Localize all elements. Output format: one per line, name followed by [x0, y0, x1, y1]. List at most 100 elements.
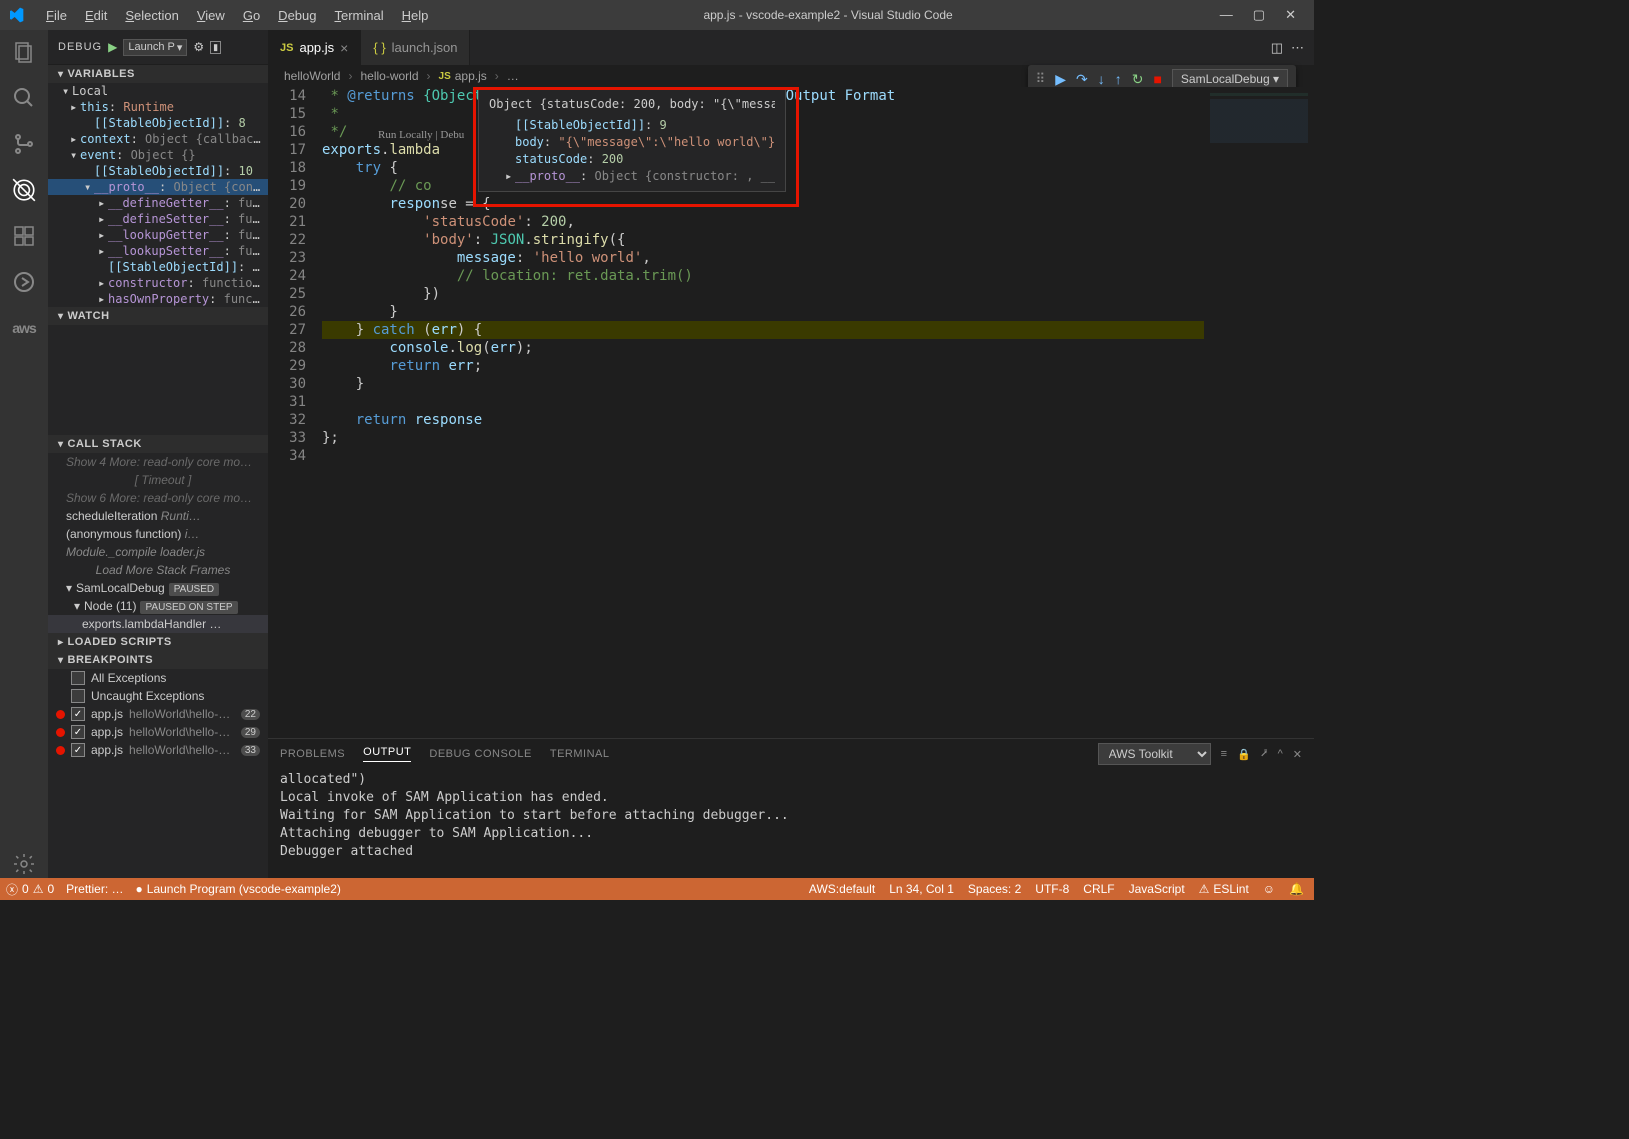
- callstack-row[interactable]: Show 4 More: read-only core mo…: [48, 453, 268, 471]
- status-aws[interactable]: AWS:default: [809, 882, 875, 896]
- breakpoint-checkbox[interactable]: [71, 707, 85, 721]
- variable-row[interactable]: ▸this: Runtime: [48, 99, 268, 115]
- menu-debug[interactable]: Debug: [270, 4, 324, 27]
- thread-row[interactable]: ▾Node (11)PAUSED ON STEP: [48, 597, 268, 615]
- drag-handle-icon[interactable]: ⠿: [1036, 71, 1046, 87]
- panel-close-icon[interactable]: ✕: [1293, 748, 1302, 761]
- callstack-row[interactable]: Module._compile loader.js: [48, 543, 268, 561]
- breakpoint-row[interactable]: All Exceptions: [48, 669, 268, 687]
- status-spaces[interactable]: Spaces: 2: [968, 882, 1021, 896]
- start-debug-button[interactable]: ▶: [108, 40, 117, 54]
- watch-header[interactable]: ▾WATCH: [48, 307, 268, 325]
- search-icon[interactable]: [10, 84, 38, 112]
- loaded-scripts-header[interactable]: ▸LOADED SCRIPTS: [48, 633, 268, 651]
- aws-icon[interactable]: aws: [10, 314, 38, 342]
- status-eol[interactable]: CRLF: [1083, 882, 1114, 896]
- status-encoding[interactable]: UTF-8: [1035, 882, 1069, 896]
- minimize-button[interactable]: —: [1220, 7, 1233, 23]
- tab-output[interactable]: OUTPUT: [363, 746, 411, 762]
- breakpoint-checkbox[interactable]: [71, 671, 85, 685]
- menu-selection[interactable]: Selection: [117, 4, 186, 27]
- status-prettier[interactable]: Prettier: …: [66, 882, 123, 896]
- status-eslint[interactable]: ⚠ ESLint: [1199, 882, 1249, 896]
- code-editor[interactable]: 1415161718192021222324252627282930313233…: [268, 87, 1314, 738]
- extensions-icon[interactable]: [10, 222, 38, 250]
- variable-row[interactable]: ▾__proto__: Object {const…: [48, 179, 268, 195]
- menu-terminal[interactable]: Terminal: [326, 4, 391, 27]
- debug-hover-widget[interactable]: Object {statusCode: 200, body: "{\"messa…: [478, 89, 786, 192]
- menu-help[interactable]: Help: [394, 4, 437, 27]
- breakpoint-checkbox[interactable]: [71, 743, 85, 757]
- debug-icon[interactable]: [10, 176, 38, 204]
- callstack-header[interactable]: ▾CALL STACK: [48, 435, 268, 453]
- menu-view[interactable]: View: [189, 4, 233, 27]
- launch-config-dropdown[interactable]: Launch P ▾: [123, 39, 187, 56]
- variable-row[interactable]: ▸context: Object {callback…: [48, 131, 268, 147]
- gear-icon[interactable]: ⚙: [193, 40, 204, 54]
- tab-debug-console[interactable]: DEBUG CONSOLE: [429, 748, 531, 760]
- breakpoint-checkbox[interactable]: [71, 725, 85, 739]
- variable-row[interactable]: ▸__defineGetter__: funct…: [48, 195, 268, 211]
- step-out-button[interactable]: ↑: [1115, 71, 1122, 87]
- more-icon[interactable]: ⋯: [1291, 40, 1304, 56]
- stack-frame-row[interactable]: exports.lambdaHandler …: [48, 615, 268, 633]
- tab-problems[interactable]: PROBLEMS: [280, 748, 345, 760]
- scm-icon[interactable]: [10, 130, 38, 158]
- callstack-row[interactable]: (anonymous function) i…: [48, 525, 268, 543]
- status-feedback-icon[interactable]: ☺: [1263, 882, 1275, 896]
- menu-edit[interactable]: Edit: [77, 4, 115, 27]
- thread-row[interactable]: ▾SamLocalDebugPAUSED: [48, 579, 268, 597]
- status-cursor[interactable]: Ln 34, Col 1: [889, 882, 954, 896]
- split-editor-icon[interactable]: ◫: [1271, 40, 1283, 56]
- variable-row[interactable]: ▸__lookupSetter__: funct…: [48, 243, 268, 259]
- settings-icon[interactable]: [10, 850, 38, 878]
- debug-config-dropdown[interactable]: SamLocalDebug ▾: [1172, 69, 1288, 89]
- variable-row[interactable]: ▸__lookupGetter__: funct…: [48, 227, 268, 243]
- status-errors[interactable]: ⓧ 0 ⚠ 0: [6, 881, 54, 898]
- load-more-frames[interactable]: Load More Stack Frames: [48, 561, 268, 579]
- step-into-button[interactable]: ↓: [1098, 71, 1105, 87]
- variable-row[interactable]: [[StableObjectId]]: 8: [48, 115, 268, 131]
- variable-row[interactable]: [[StableObjectId]]: 10: [48, 163, 268, 179]
- codelens[interactable]: Run Locally | Debu: [378, 129, 464, 141]
- step-over-button[interactable]: ↷: [1076, 71, 1088, 88]
- close-button[interactable]: ✕: [1285, 7, 1296, 23]
- output-channel-dropdown[interactable]: AWS Toolkit: [1098, 743, 1211, 765]
- test-icon[interactable]: [10, 268, 38, 296]
- callstack-row[interactable]: scheduleIteration Runti…: [48, 507, 268, 525]
- console-icon[interactable]: ▮: [210, 41, 221, 54]
- lock-scroll-icon[interactable]: 🔒: [1237, 748, 1251, 761]
- explorer-icon[interactable]: [10, 38, 38, 66]
- status-launch[interactable]: ● Launch Program (vscode-example2): [136, 882, 341, 896]
- tab-launch-json[interactable]: { } launch.json: [361, 30, 470, 65]
- callstack-row[interactable]: [ Timeout ]: [48, 471, 268, 489]
- status-bell-icon[interactable]: 🔔: [1289, 882, 1304, 896]
- continue-button[interactable]: ▶: [1055, 71, 1066, 88]
- status-language[interactable]: JavaScript: [1129, 882, 1185, 896]
- panel-up-icon[interactable]: ^: [1278, 748, 1283, 760]
- close-icon[interactable]: ×: [340, 40, 348, 56]
- callstack-row[interactable]: Show 6 More: read-only core mo…: [48, 489, 268, 507]
- maximize-button[interactable]: ▢: [1253, 7, 1265, 23]
- breakpoint-row[interactable]: app.jshelloWorld\hello-…29: [48, 723, 268, 741]
- variable-row[interactable]: ▸constructor: function O…: [48, 275, 268, 291]
- open-file-icon[interactable]: ⭷: [1261, 745, 1268, 764]
- menu-go[interactable]: Go: [235, 4, 268, 27]
- breakpoints-header[interactable]: ▾BREAKPOINTS: [48, 651, 268, 669]
- breakpoint-row[interactable]: app.jshelloWorld\hello-…33: [48, 741, 268, 759]
- variables-scope[interactable]: ▾Local: [48, 83, 268, 99]
- variable-row[interactable]: ▸__defineSetter__: funct…: [48, 211, 268, 227]
- variable-row[interactable]: ▾event: Object {}: [48, 147, 268, 163]
- tab-app-js[interactable]: JS app.js ×: [268, 30, 361, 65]
- variables-header[interactable]: ▾VARIABLES: [48, 65, 268, 83]
- breakpoint-row[interactable]: app.jshelloWorld\hello-…22: [48, 705, 268, 723]
- menu-file[interactable]: File: [38, 4, 75, 27]
- breakpoint-checkbox[interactable]: [71, 689, 85, 703]
- restart-button[interactable]: ↻: [1132, 71, 1144, 88]
- breakpoint-row[interactable]: Uncaught Exceptions: [48, 687, 268, 705]
- stop-button[interactable]: ■: [1153, 71, 1161, 87]
- output-body[interactable]: allocated")Local invoke of SAM Applicati…: [268, 769, 1314, 878]
- clear-output-icon[interactable]: ≡: [1221, 748, 1227, 760]
- variable-row[interactable]: [[StableObjectId]]: 11: [48, 259, 268, 275]
- minimap[interactable]: [1204, 87, 1314, 738]
